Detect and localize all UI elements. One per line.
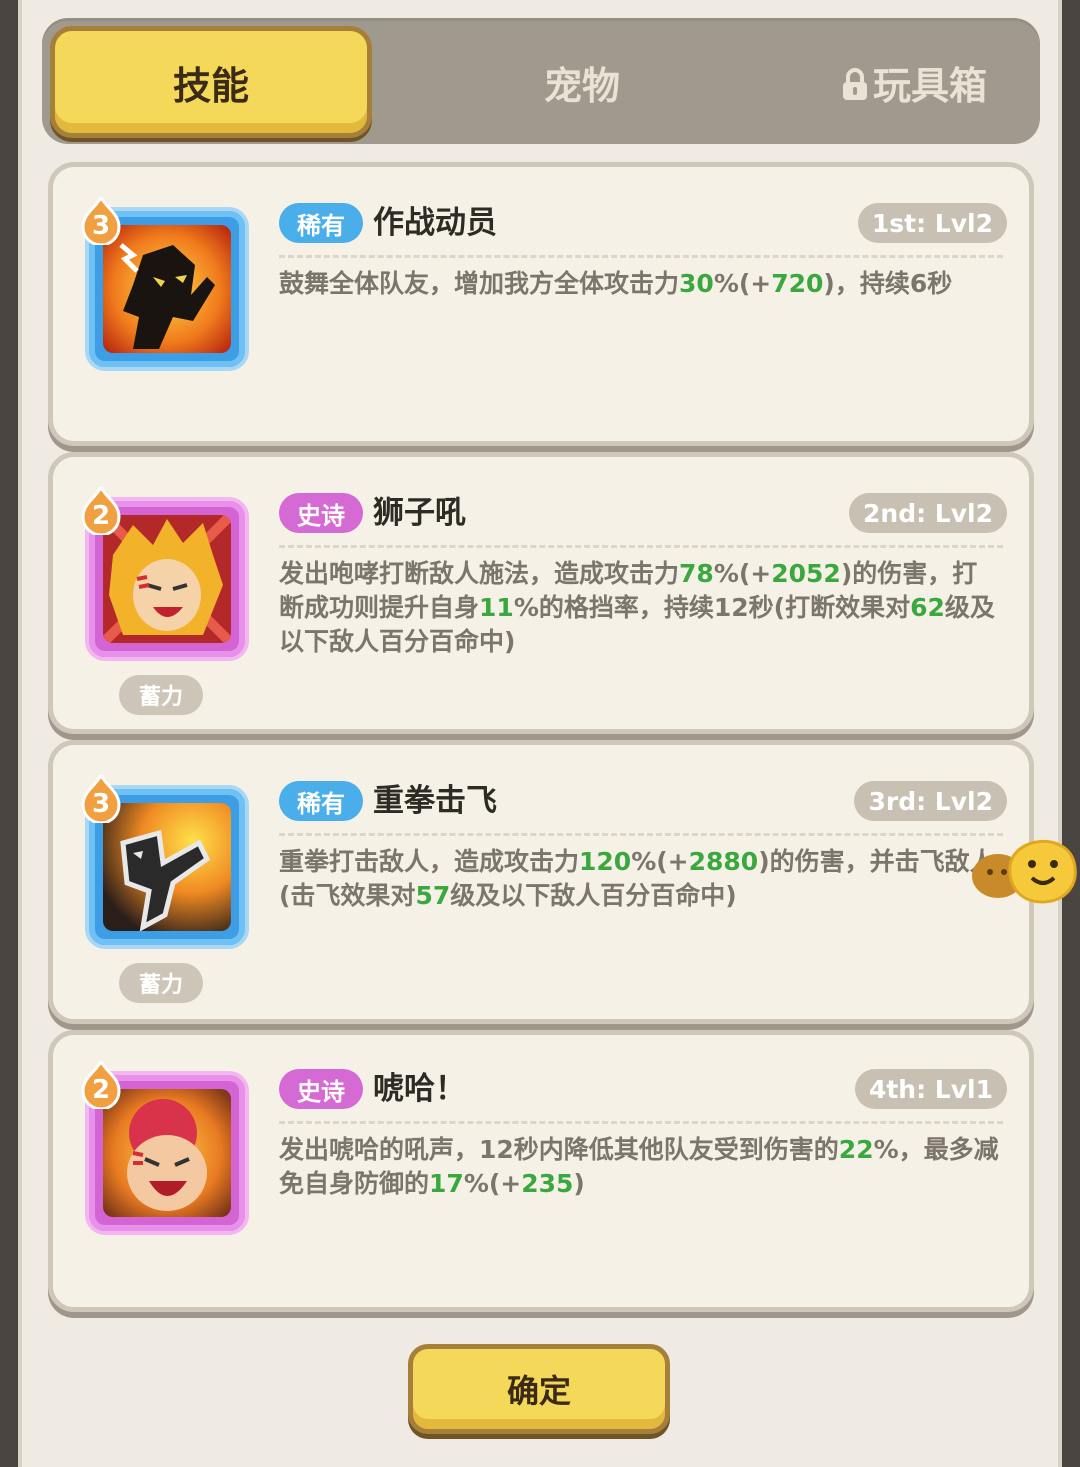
rarity-badge: 稀有 [279,781,363,821]
skill-icon-frame: 2 [81,482,249,661]
highlight-value: 30 [679,269,714,298]
level-badge: 2 [81,482,121,537]
floating-assistant-icon[interactable] [970,826,1080,906]
description-text: 重拳打击敌人，造成攻击力 [279,847,580,876]
tab-toybox[interactable]: 玩具箱 [754,28,1074,136]
description-text: ) [573,1169,585,1198]
highlight-value: 57 [415,881,451,910]
skill-description: 重拳打击敌人，造成攻击力120%(+2880)的伤害，并击飞敌人(击飞效果对57… [279,845,1001,913]
rarity-badge: 史诗 [279,493,363,533]
skill-slot-badge: 2nd: Lvl2 [849,493,1007,533]
divider [279,1121,1003,1124]
skill-card-4[interactable]: 2 史诗 唬哈！ 4th: Lvl1 发出唬哈的吼声，12秒内降低其他队友受到伤… [48,1030,1034,1312]
confirm-button-label: 确定 [506,1372,571,1410]
lock-icon [841,67,869,101]
divider [279,545,1003,548]
highlight-value: 17 [429,1169,464,1198]
highlight-value: 2052 [771,559,841,588]
skill-description: 发出唬哈的吼声，12秒内降低其他队友受到伤害的22%，最多减免自身防御的17%(… [279,1133,1001,1201]
description-text: 级及以下敌人百分百命中) [450,881,737,910]
description-text: 发出唬哈的吼声，12秒内降低其他队友受到伤害的 [279,1135,839,1164]
description-text: %(+ [713,269,772,298]
tab-toybox-label: 玩具箱 [872,63,987,108]
tab-bar: 技能 宠物 玩具箱 [42,18,1040,144]
tab-pets-label: 宠物 [543,63,620,108]
description-text: 发出咆哮打断敌人施法，造成攻击力 [279,559,680,588]
charge-tag: 蓄力 [119,963,203,1003]
description-text: %(+ [713,559,772,588]
description-text: %(+ [631,847,689,876]
skill-card-3[interactable]: 3 蓄力 稀有 重拳击飞 3rd: Lvl2 重拳打击敌人，造成攻击力120%(… [48,740,1034,1024]
level-badge: 3 [81,192,121,247]
skill-description: 鼓舞全体队友，增加我方全体攻击力30%(+720)，持续6秒 [279,267,1001,301]
skill-slot-badge: 1st: Lvl2 [857,203,1007,243]
skill-icon-frame: 2 [81,1056,249,1235]
skill-icon-frame: 3 [81,770,249,949]
skill-slot-badge: 3rd: Lvl2 [854,781,1007,821]
skill-card-1[interactable]: 3 稀有 作战动员 1st: Lvl2 鼓舞全体队友，增加我方全体攻击力30%(… [48,162,1034,446]
highlight-value: 78 [679,559,714,588]
rally-skill-icon [103,225,231,353]
description-text: )，持续6秒 [823,269,953,298]
skill-name: 唬哈！ [373,1071,466,1107]
level-badge: 3 [81,770,121,825]
tab-skills[interactable]: 技能 [50,26,372,138]
description-text: %(+ [463,1169,522,1198]
rarity-badge: 史诗 [279,1069,363,1109]
skill-card-2[interactable]: 2 蓄力 史诗 狮子吼 2nd: Lvl2 发出咆哮打断敌人施法，造成攻击力78… [48,452,1034,734]
skill-name: 狮子吼 [373,495,466,531]
war-cry-skill-icon [103,1089,231,1217]
skill-slot-badge: 4th: Lvl1 [854,1069,1007,1109]
highlight-value: 120 [579,847,632,876]
highlight-value: 22 [838,1135,874,1164]
tab-pets[interactable]: 宠物 [422,28,742,136]
divider [279,255,1003,258]
highlight-value: 720 [771,269,824,298]
skill-name: 作战动员 [373,205,497,241]
skill-name: 重拳击飞 [373,783,497,819]
highlight-value: 62 [910,593,945,622]
description-text: %的格挡率，持续12秒(打断效果对 [513,593,911,622]
tab-skills-label: 技能 [172,63,249,108]
charge-tag: 蓄力 [119,675,203,715]
lion-roar-skill-icon [103,515,231,643]
heavy-punch-skill-icon [103,803,231,931]
highlight-value: 11 [479,593,514,622]
confirm-button[interactable]: 确定 [408,1344,670,1434]
highlight-value: 2880 [688,847,759,876]
skill-icon-frame: 3 [81,192,249,371]
divider [279,833,1003,836]
highlight-value: 235 [521,1169,574,1198]
description-text: 鼓舞全体队友，增加我方全体攻击力 [279,269,680,298]
level-badge: 2 [81,1056,121,1111]
skill-description: 发出咆哮打断敌人施法，造成攻击力78%(+2052)的伤害，打断成功则提升自身1… [279,557,1001,659]
rarity-badge: 稀有 [279,203,363,243]
